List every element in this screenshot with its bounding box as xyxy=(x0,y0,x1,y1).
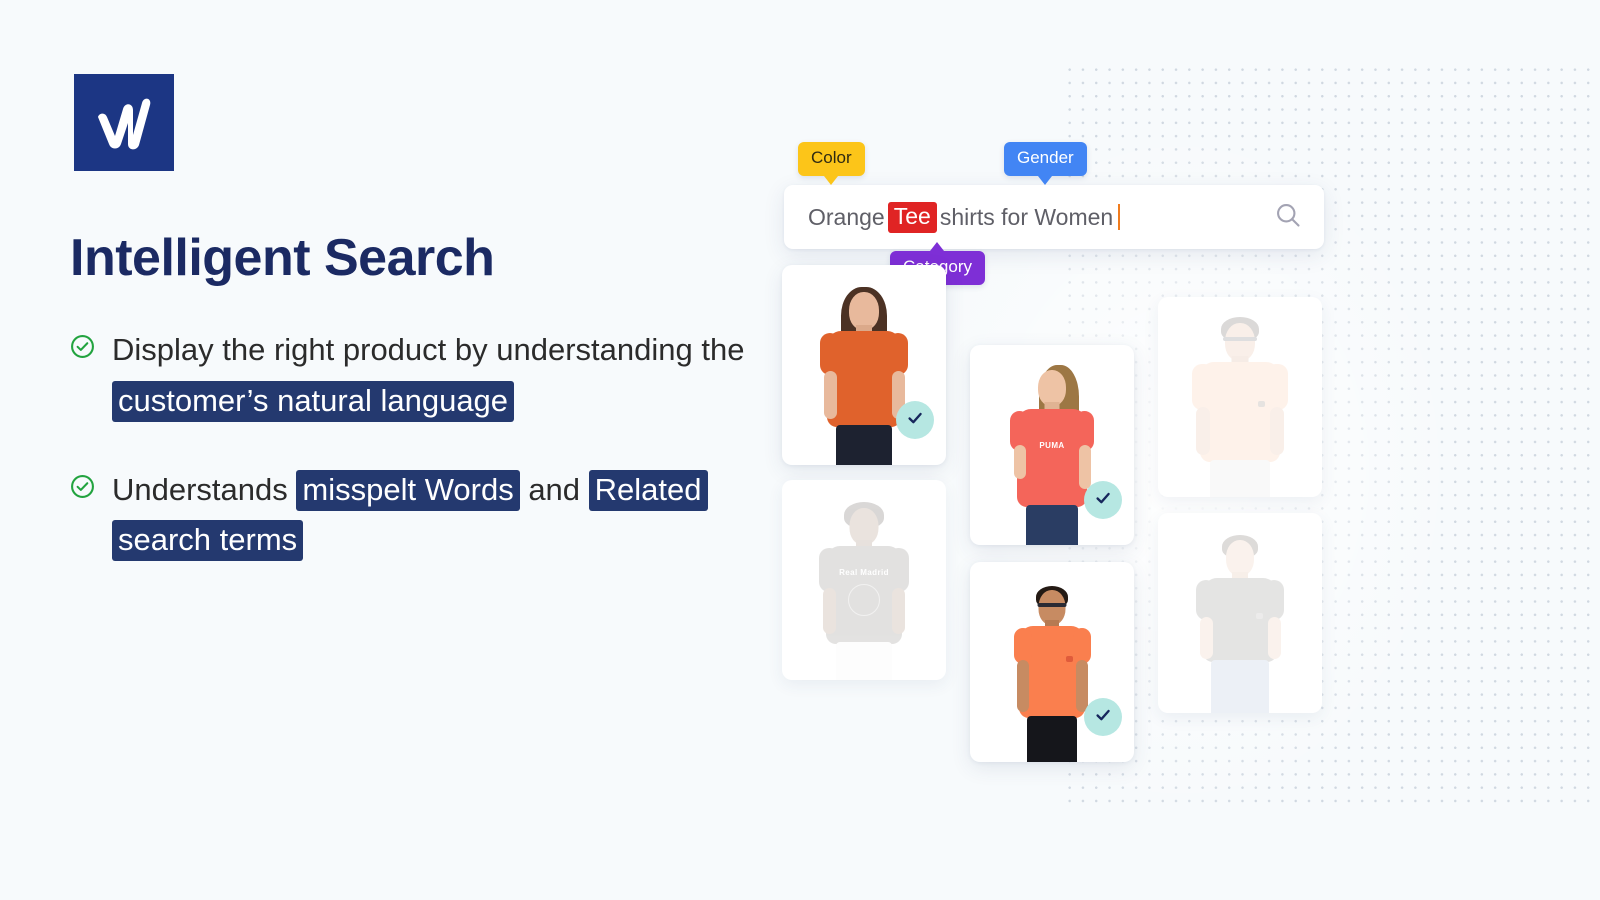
product-card[interactable] xyxy=(1158,297,1322,497)
product-card[interactable]: PUMA xyxy=(970,345,1134,545)
tag-color-label: Color xyxy=(811,148,852,167)
left-content-column: Intelligent Search Display the right pro… xyxy=(0,0,770,900)
bullet-1-plain: Display the right product by understandi… xyxy=(112,332,745,367)
check-icon xyxy=(1093,488,1113,513)
tag-pointer xyxy=(824,176,839,185)
page-title: Intelligent Search xyxy=(70,229,495,287)
product-image: Real Madrid xyxy=(782,480,946,680)
match-badge xyxy=(896,401,934,439)
tag-pointer xyxy=(1038,176,1053,185)
search-query-token: Tee xyxy=(887,201,937,233)
tag-pointer xyxy=(930,242,945,251)
product-card[interactable] xyxy=(1158,513,1322,713)
list-item: Display the right product by understandi… xyxy=(70,325,770,427)
list-item: Understands misspelt Words and Related s… xyxy=(70,465,770,567)
search-input[interactable]: Orange Tee shirts for Women xyxy=(808,201,1274,233)
check-icon xyxy=(905,408,925,433)
product-image xyxy=(1158,297,1322,497)
search-icon[interactable] xyxy=(1274,201,1302,234)
check-circle-icon xyxy=(70,474,95,504)
bullet-1-highlight: customer’s natural language xyxy=(112,380,515,422)
bullet-text-2: Understands misspelt Words and Related s… xyxy=(112,465,752,567)
bullet-2-highlight-a: misspelt Words xyxy=(296,469,520,511)
match-badge xyxy=(1084,698,1122,736)
tag-color[interactable]: Color xyxy=(798,142,865,185)
check-circle-icon xyxy=(70,334,95,364)
search-demo-panel: Orange Tee shirts for Women Color Gender… xyxy=(760,0,1600,900)
tag-gender-label: Gender xyxy=(1017,148,1074,167)
text-caret xyxy=(1118,204,1121,230)
w-logomark-icon xyxy=(93,95,155,151)
shirt-print: PUMA xyxy=(1039,441,1065,450)
bullet-text-1: Display the right product by understandi… xyxy=(112,325,752,427)
check-icon xyxy=(1093,705,1113,730)
product-card[interactable] xyxy=(970,562,1134,762)
product-card[interactable]: Real Madrid xyxy=(782,480,946,680)
search-query-prefix: Orange xyxy=(808,203,885,230)
search-bar[interactable]: Orange Tee shirts for Women xyxy=(784,185,1324,249)
product-image xyxy=(1158,513,1322,713)
feature-bullet-list: Display the right product by understandi… xyxy=(70,325,770,604)
match-badge xyxy=(1084,481,1122,519)
bullet-2-plain-b: and xyxy=(519,471,589,507)
search-query-suffix: shirts for Women xyxy=(939,203,1114,230)
tag-gender[interactable]: Gender xyxy=(1004,142,1087,185)
bullet-2-plain-a: Understands xyxy=(112,471,297,507)
brand-logo[interactable] xyxy=(74,74,174,171)
product-card[interactable] xyxy=(782,265,946,465)
shirt-print: Real Madrid xyxy=(839,568,889,577)
